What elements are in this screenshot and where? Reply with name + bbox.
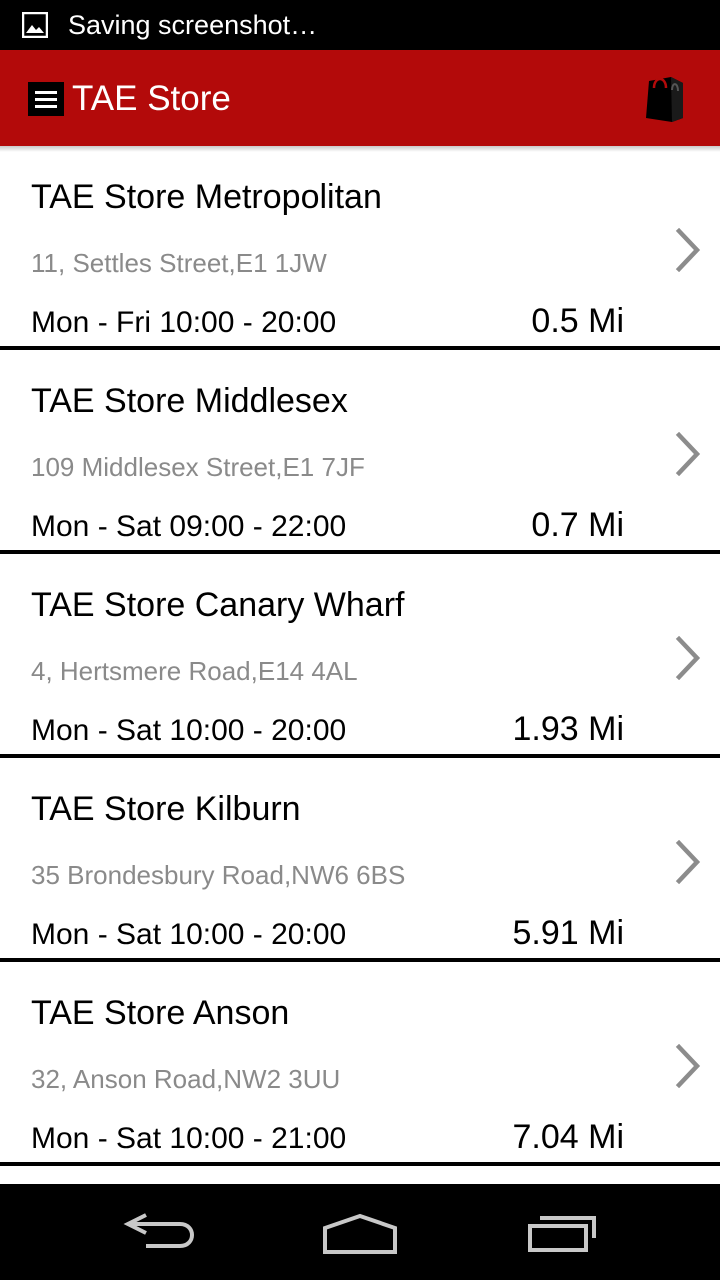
store-hours: Mon - Fri 10:00 - 20:00 [31,306,337,339]
store-address: 32, Anson Road,NW2 3UU [31,1064,341,1094]
store-distance: 0.5 Mi [531,302,624,340]
store-list-item[interactable]: TAE Store Canary Wharf 4, Hertsmere Road… [0,554,720,758]
chevron-right-icon[interactable] [674,840,702,884]
store-name: TAE Store Canary Wharf [31,586,405,624]
store-name: TAE Store Metropolitan [31,178,382,216]
store-name: TAE Store Anson [31,994,290,1032]
store-list-item[interactable]: TAE Store Kilburn 35 Brondesbury Road,NW… [0,758,720,962]
store-name: TAE Store Middlesex [31,382,348,420]
store-address: 11, Settles Street,E1 1JW [31,248,327,278]
store-distance: 1.93 Mi [512,710,625,748]
chevron-right-icon[interactable] [674,1044,702,1088]
store-address: 109 Middlesex Street,E1 7JF [31,452,365,482]
store-list: TAE Store Metropolitan 11, Settles Stree… [0,146,720,1166]
divider [0,1162,720,1166]
store-name: TAE Store Kilburn [31,790,301,828]
app-bar: TAE Store [0,50,720,152]
store-distance: 0.7 Mi [531,506,624,544]
store-hours: Mon - Sat 10:00 - 20:00 [31,714,347,747]
recent-apps-icon[interactable] [518,1202,608,1262]
app-title: TAE Store [72,79,231,118]
store-hours: Mon - Sat 09:00 - 22:00 [31,510,347,543]
chevron-right-icon[interactable] [674,636,702,680]
store-address: 35 Brondesbury Road,NW6 6BS [31,860,406,890]
shopping-bag-icon[interactable] [640,72,688,124]
status-bar: Saving screenshot… [0,0,720,50]
home-icon[interactable] [315,1202,405,1262]
image-icon [22,12,48,38]
status-text: Saving screenshot… [68,10,318,40]
store-list-item[interactable]: TAE Store Metropolitan 11, Settles Stree… [0,146,720,350]
hamburger-menu-icon[interactable] [28,82,64,116]
system-navigation-bar [0,1184,720,1280]
store-list-item[interactable]: TAE Store Anson 32, Anson Road,NW2 3UU M… [0,962,720,1166]
store-hours: Mon - Sat 10:00 - 21:00 [31,1122,347,1155]
store-hours: Mon - Sat 10:00 - 20:00 [31,918,347,951]
store-list-item[interactable]: TAE Store Middlesex 109 Middlesex Street… [0,350,720,554]
chevron-right-icon[interactable] [674,228,702,272]
chevron-right-icon[interactable] [674,432,702,476]
store-address: 4, Hertsmere Road,E14 4AL [31,656,358,686]
store-distance: 5.91 Mi [512,914,625,952]
back-icon[interactable] [116,1202,206,1262]
store-distance: 7.04 Mi [512,1118,625,1156]
